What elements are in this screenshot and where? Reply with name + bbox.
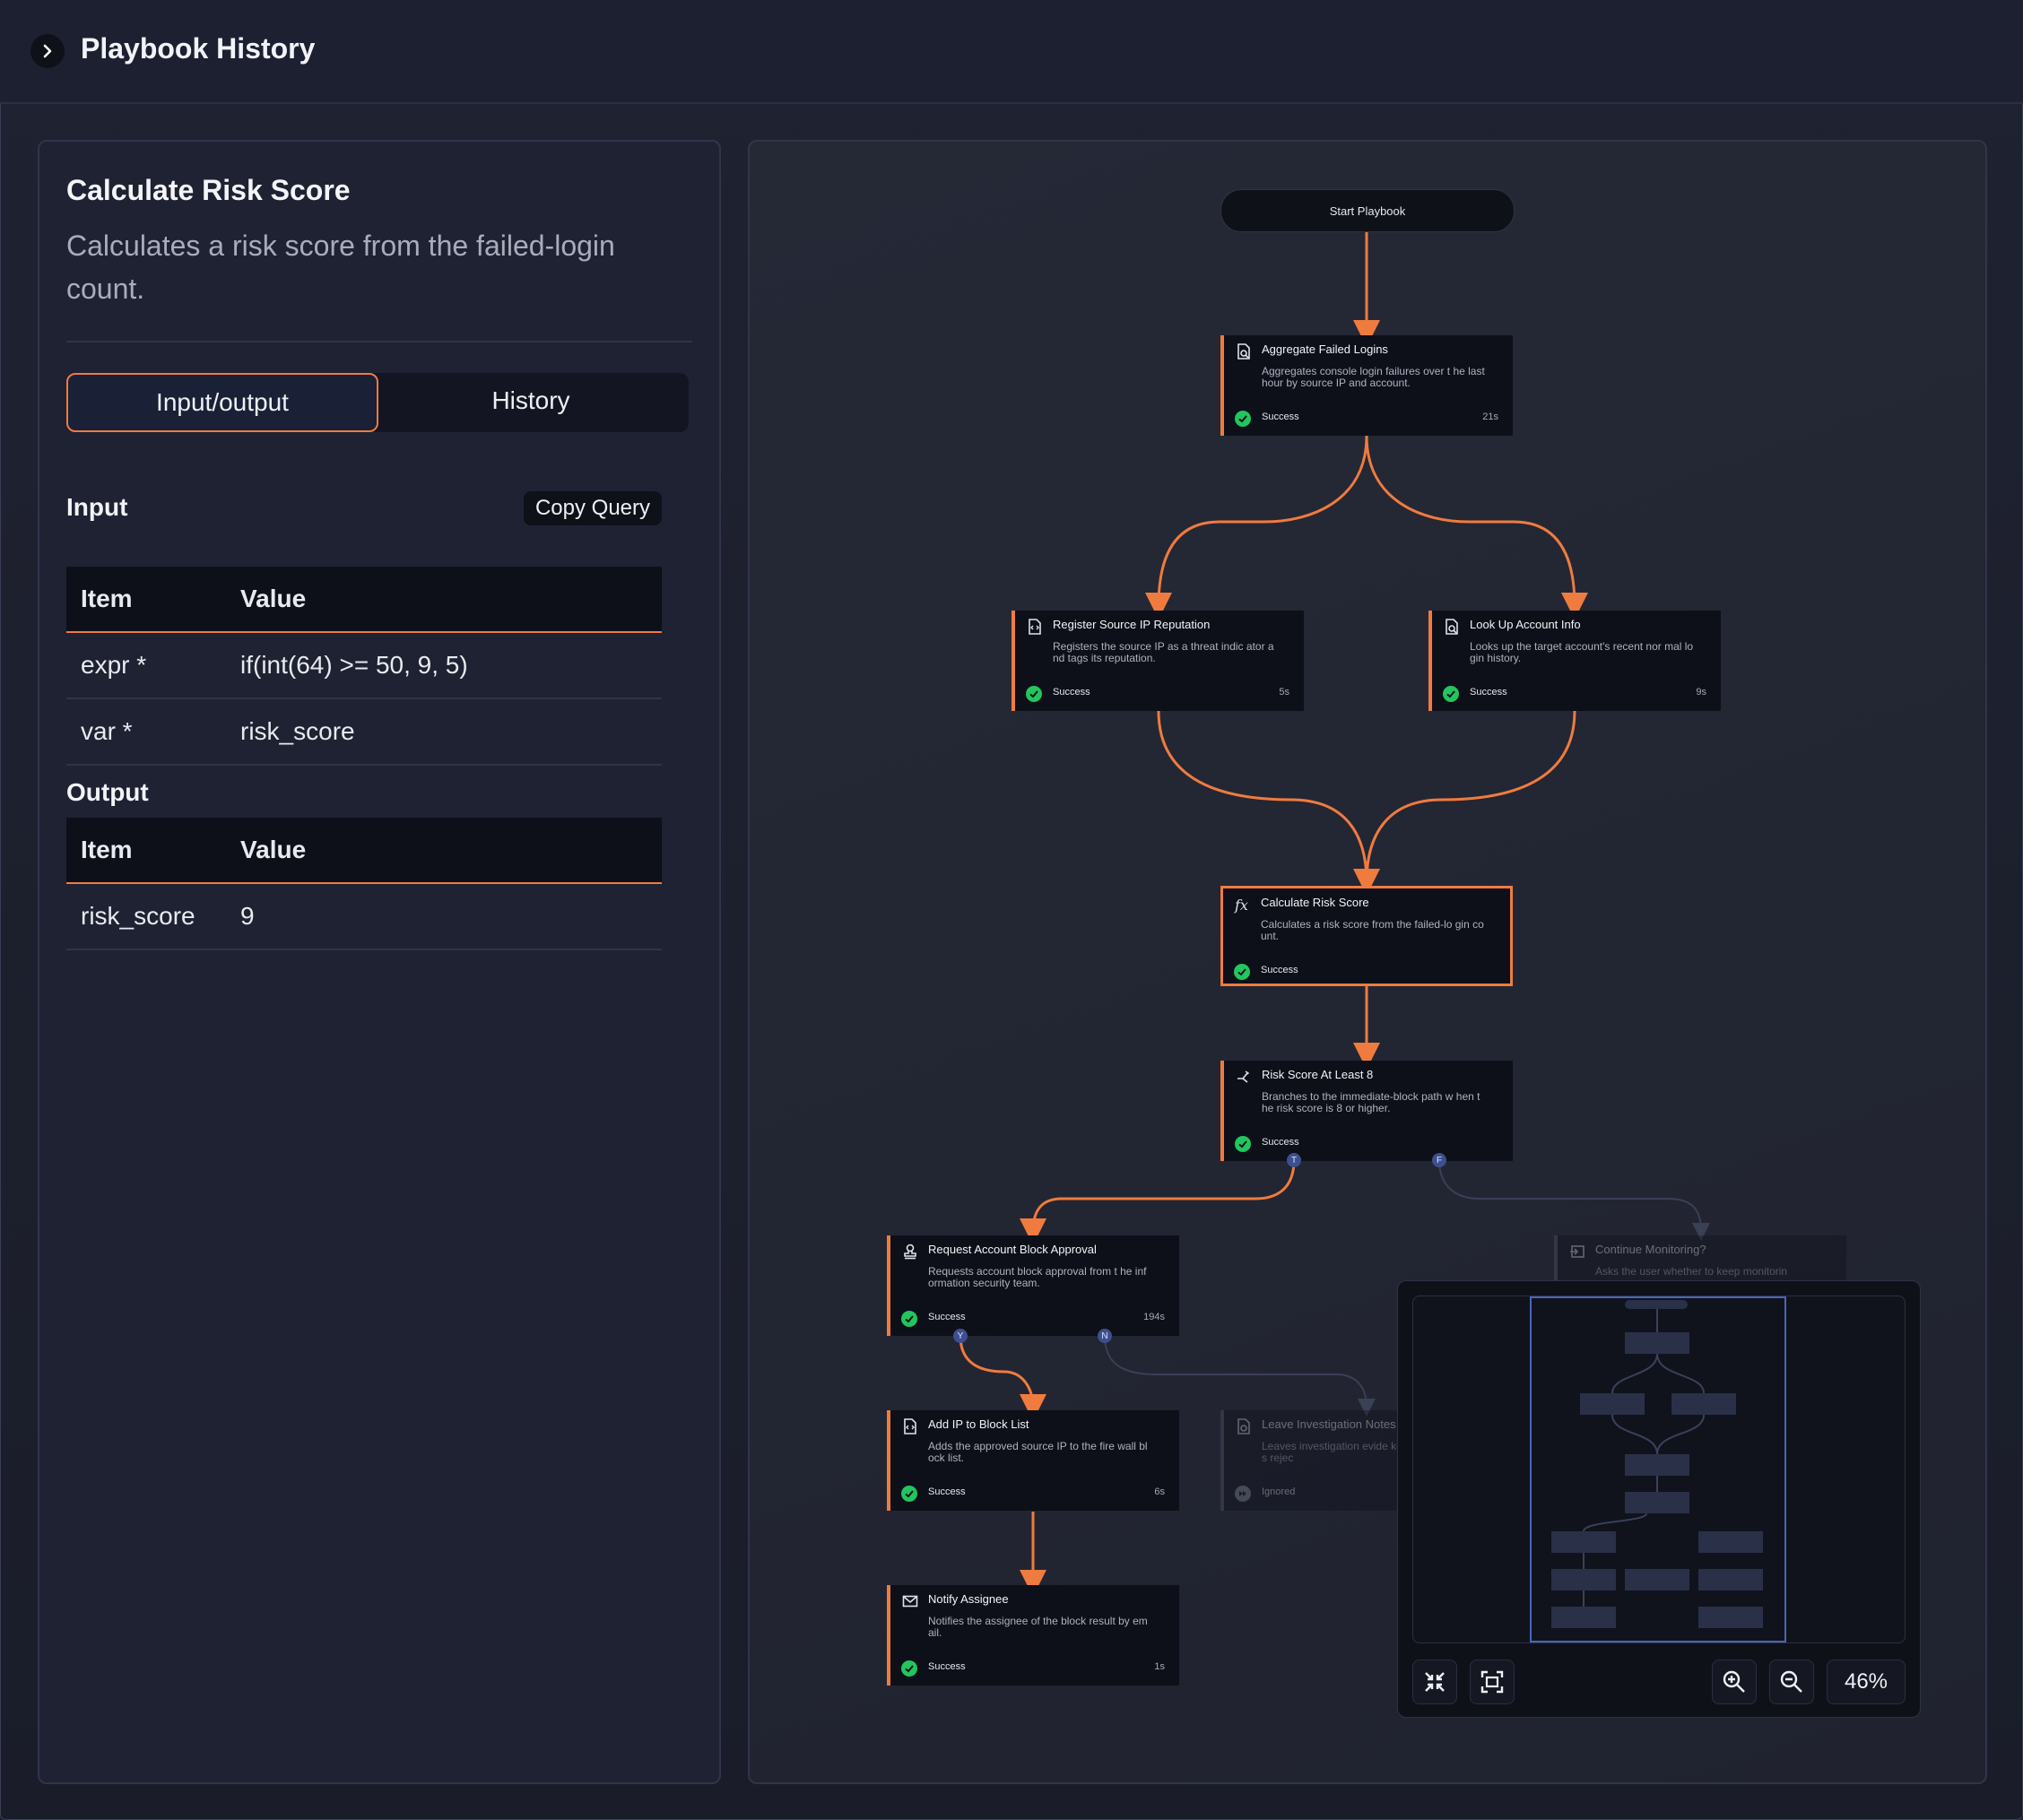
success-check-icon [901, 1660, 917, 1677]
svg-text:fx: fx [1234, 897, 1248, 914]
node-title: Look Up Account Info [1470, 618, 1581, 631]
collapse-button[interactable] [1412, 1660, 1457, 1704]
collapse-arrows-icon [1425, 1672, 1445, 1692]
node-notify-assignee[interactable]: Notify Assignee Notifies the assignee of… [887, 1585, 1179, 1686]
edge [1020, 1159, 1296, 1245]
true-port[interactable]: T [1287, 1153, 1301, 1167]
success-check-icon [1234, 964, 1250, 980]
node-status: Ignored [1262, 1486, 1296, 1497]
node-duration: 1s [1154, 1661, 1165, 1672]
node-description: Notifies the assignee of the block resul… [928, 1615, 1148, 1639]
file-code-icon [904, 1418, 916, 1434]
branch-icon [1237, 1070, 1250, 1083]
node-add-ip-block-list[interactable]: Add IP to Block List Adds the approved s… [887, 1410, 1179, 1511]
node-title: Risk Score At Least 8 [1262, 1068, 1374, 1081]
zoom-level[interactable]: 46% [1827, 1660, 1906, 1704]
node-status: Success [1053, 687, 1090, 698]
zoom-out-icon [1780, 1670, 1802, 1693]
edge [1157, 710, 1380, 896]
node-aggregate-failed-logins[interactable]: Aggregate Failed Logins Aggregates conso… [1220, 335, 1513, 436]
edge [1365, 435, 1588, 620]
minimap-viewport[interactable] [1412, 1296, 1906, 1643]
file-code-icon [1029, 619, 1041, 635]
minimap: 46% [1397, 1280, 1921, 1718]
success-check-icon [1235, 1136, 1251, 1152]
node-description: Calculates a risk score from the failed-… [1261, 918, 1484, 942]
yes-port[interactable]: Y [953, 1329, 968, 1343]
edge [1145, 435, 1368, 620]
node-title: Continue Monitoring? [1595, 1243, 1706, 1256]
fit-view-button[interactable] [1470, 1660, 1515, 1704]
node-duration: 194s [1143, 1312, 1165, 1322]
node-description: Asks the user whether to keep monitorin [1595, 1265, 1788, 1278]
node-title: Calculate Risk Score [1261, 896, 1369, 909]
node-duration: 21s [1482, 412, 1498, 422]
fit-screen-icon [1480, 1670, 1504, 1694]
node-status: Success [928, 1312, 966, 1322]
minimap-viewport-rect[interactable] [1530, 1296, 1786, 1642]
node-duration: 5s [1279, 687, 1289, 698]
success-check-icon [901, 1311, 917, 1327]
success-check-icon [1235, 411, 1251, 427]
node-description: Aggregates console login failures over t… [1262, 365, 1485, 389]
node-description: Looks up the target account's recent nor… [1470, 640, 1694, 664]
node-title: Aggregate Failed Logins [1262, 342, 1388, 356]
zoom-out-button[interactable] [1769, 1660, 1814, 1704]
function-icon: fx [1234, 897, 1248, 914]
node-register-source-ip[interactable]: Register Source IP Reputation Registers … [1012, 611, 1304, 711]
node-title: Leave Investigation Notes [1262, 1417, 1396, 1431]
zoom-in-button[interactable] [1712, 1660, 1757, 1704]
success-check-icon [1026, 686, 1042, 702]
file-search-icon [1446, 619, 1458, 635]
node-status: Success [1470, 687, 1507, 698]
node-request-block-approval[interactable]: Request Account Block Approval Requests … [887, 1235, 1179, 1336]
node-duration: 9s [1696, 687, 1706, 698]
approval-stamp-icon [904, 1244, 916, 1260]
node-calculate-risk-score[interactable]: fx Calculate Risk Score Calculates a ris… [1220, 886, 1513, 986]
success-check-icon [901, 1486, 917, 1502]
input-icon [1570, 1245, 1585, 1258]
node-title: Request Account Block Approval [928, 1243, 1097, 1256]
node-description: Branches to the immediate-block path w h… [1262, 1090, 1480, 1114]
node-description: Registers the source IP as a threat indi… [1053, 640, 1274, 664]
node-duration: 6s [1154, 1486, 1165, 1497]
node-title: Add IP to Block List [928, 1417, 1029, 1431]
start-playbook-node[interactable]: Start Playbook [1220, 189, 1515, 232]
mail-icon [902, 1595, 918, 1608]
skipped-icon [1235, 1486, 1251, 1502]
no-port[interactable]: N [1098, 1329, 1112, 1343]
node-description: Adds the approved source IP to the fire … [928, 1440, 1148, 1464]
edge [1438, 1159, 1710, 1241]
node-look-up-account-info[interactable]: Look Up Account Info Looks up the target… [1428, 611, 1721, 711]
edge [959, 1335, 1046, 1421]
node-title: Notify Assignee [928, 1592, 1009, 1606]
node-status: Success [928, 1486, 966, 1497]
node-status: Success [1262, 412, 1299, 422]
node-title: Register Source IP Reputation [1053, 618, 1211, 631]
file-search-icon [1237, 1418, 1250, 1434]
node-description: Requests account block approval from t h… [928, 1265, 1147, 1289]
zoom-in-icon [1723, 1670, 1745, 1693]
false-port[interactable]: F [1432, 1153, 1446, 1167]
node-status: Success [1261, 965, 1298, 975]
edge [1365, 710, 1576, 883]
node-status: Success [928, 1661, 966, 1672]
node-status: Success [1262, 1137, 1299, 1148]
file-search-icon [1237, 343, 1250, 360]
edge [1104, 1335, 1376, 1417]
success-check-icon [1443, 686, 1459, 702]
node-risk-score-branch[interactable]: Risk Score At Least 8 Branches to the im… [1220, 1061, 1513, 1161]
